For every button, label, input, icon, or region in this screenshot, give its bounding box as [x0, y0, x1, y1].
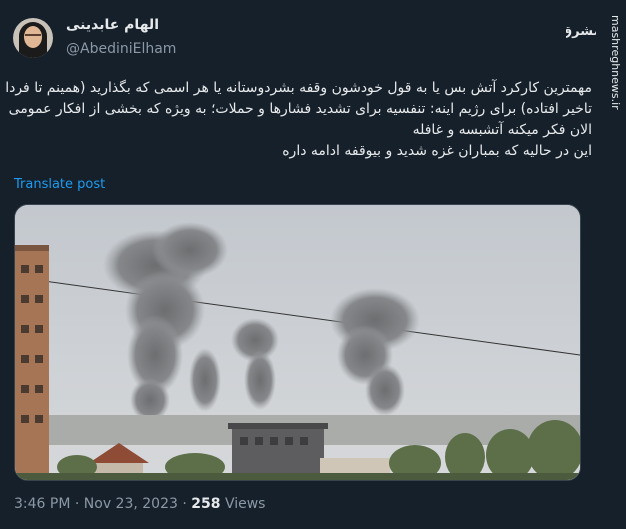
translate-post-link[interactable]: Translate post	[14, 177, 105, 192]
mashregh-logo-icon: مشرق	[566, 24, 596, 39]
tweet-time[interactable]: 3:46 PM	[14, 496, 70, 512]
avatar[interactable]	[13, 18, 53, 58]
separator: ·	[74, 496, 80, 512]
tweet-line: این در حالیه که بمباران غزه شدید و بیوقف…	[282, 143, 592, 159]
author-handle[interactable]: @AbediniElham	[66, 41, 176, 57]
tweet-line: الان فکر میکنه آتشبسه و غافله	[412, 122, 592, 138]
tweet-line: تاخیر افتاده) برای رژیم اینه: تنفسیه برا…	[8, 101, 592, 117]
tweet-meta: 3:46 PM · Nov 23, 2023 · 258 Views	[14, 496, 265, 512]
views-label: Views	[224, 496, 266, 512]
separator: ·	[182, 496, 187, 512]
logo-text: مشرق	[566, 24, 596, 39]
photo-smoke-over-city	[15, 205, 580, 480]
views-count: 258	[191, 496, 221, 512]
tweet-text: مهمترین کارکرد آتش بس یا به قول خودشون و…	[0, 78, 592, 162]
tweet-photo[interactable]	[14, 204, 581, 481]
tweet-line: مهمترین کارکرد آتش بس یا به قول خودشون و…	[0, 80, 592, 96]
tweet-date[interactable]: Nov 23, 2023	[84, 496, 178, 512]
side-watermark: mashreghnews.ir	[609, 15, 622, 110]
author-display-name[interactable]: الهام عابدینی	[66, 17, 159, 33]
